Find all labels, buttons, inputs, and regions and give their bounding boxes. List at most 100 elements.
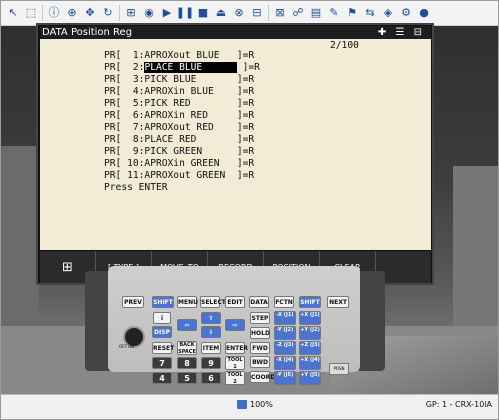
pendant-grip-right [357,271,385,371]
jog-plus-x4-key[interactable]: +X (J4) [299,356,321,370]
key-7[interactable]: 7 [152,357,172,369]
jog-minus-x-key[interactable]: -X (J1) [274,311,296,325]
info-key[interactable]: i [153,312,171,324]
fctn-key[interactable]: FCTN [274,296,294,308]
jog-plus-y5-key[interactable]: +Y (J5) [299,371,321,385]
position-register-list: 2/100 PR[ 1:APROXout BLUE ]=R PR[ 2:PLAC… [40,39,431,250]
edit-key[interactable]: EDIT [225,296,245,308]
grid-icon: ⊞ [62,259,73,275]
key-4[interactable]: 4 [152,372,172,384]
reset-key[interactable]: RESET [152,342,174,354]
arrow-right-icon: ⇨ [232,322,238,329]
pr-line[interactable]: PR[ 7:APROXout RED ]=R [104,122,254,133]
shift-key[interactable]: SHIFT [152,296,174,308]
arrow-right-key[interactable]: ⇨ [225,319,245,331]
arrow-down-icon: ⇩ [208,329,214,336]
prev-key[interactable]: PREV [122,296,144,308]
eject-icon[interactable]: ⏏ [214,6,228,20]
online-icon[interactable]: ● [417,6,431,20]
step-key[interactable]: STEP [250,312,270,324]
jog-minus-y5-key[interactable]: -Y (J5) [274,371,296,385]
zoom-control[interactable]: 100% [237,400,273,409]
view-icon[interactable]: ◉ [142,6,156,20]
jog-minus-z-key[interactable]: -Z (J3) [274,341,296,355]
info-icon[interactable]: ⓘ [47,6,61,20]
jog-minus-y-key[interactable]: -Y (J2) [274,326,296,340]
backspace-key[interactable]: BACK SPACE [177,341,197,355]
select-box-icon[interactable]: ⬚ [24,6,38,20]
pr-line[interactable]: PR[ 4:APROXin BLUE ]=R [104,86,254,97]
pr-line[interactable]: PR[ 8:PLACE RED ]=R [104,134,254,145]
pr-line-selected[interactable]: PR[ 2:PLACE BLUE ]=R [104,62,260,73]
reset-icon[interactable]: ⊟ [250,6,264,20]
pause-icon[interactable]: ❚❚ [176,6,194,20]
menu-key[interactable]: MENU [177,296,198,308]
app-window: ↖ ⬚ ⓘ ⊕ ✥ ↻ ⊞ ◉ ▶ ❚❚ ■ ⏏ ⊗ ⊟ ⊠ ☍ ▤ ✎ ⚑ ⇆… [0,0,499,420]
chart-icon[interactable]: ▤ [309,6,323,20]
jog-plus-x-key[interactable]: +X (J1) [299,311,321,325]
coord-key[interactable]: COORD [250,371,275,383]
pr-line[interactable]: PR[ 5:PICK RED ]=R [104,98,254,109]
hold-key[interactable]: HOLD [250,327,270,339]
posn-key[interactable]: POSN [329,363,349,375]
key-5[interactable]: 5 [177,372,197,384]
bwd-key[interactable]: BWD [250,356,270,368]
teach-icon[interactable]: ✎ [327,6,341,20]
toolbar-divider [42,5,43,21]
key-6[interactable]: 6 [201,372,221,384]
toolbar-divider [119,5,120,21]
settings-icon[interactable]: ⚙ [399,6,413,20]
signal-icon[interactable]: ⚑ [345,6,359,20]
screen-title: DATA Position Reg [42,27,133,38]
arrow-left-icon: ⇦ [184,322,190,329]
arrow-down-key[interactable]: ⇩ [201,326,221,338]
arrow-left-key[interactable]: ⇦ [177,319,197,331]
network-icon[interactable]: ⇆ [363,6,377,20]
key-8[interactable]: 8 [177,357,197,369]
tool2-key[interactable]: TOOL 2 [225,371,245,385]
pr-line[interactable]: PR[ 6:APROXin RED ]=R [104,110,254,121]
toolbar-divider [268,5,269,21]
jog-minus-x4-key[interactable]: -X (J4) [274,356,296,370]
disp-key[interactable]: DISP [152,326,172,338]
screen-title-icons[interactable]: ✚ ☰ ⊟ [378,26,425,39]
rotate-icon[interactable]: ↻ [101,6,115,20]
pr-line[interactable]: PR[ 9:PICK GREEN ]=R [104,146,254,157]
stop-icon[interactable]: ■ [196,6,210,20]
pr-line[interactable]: PR[ 3:PICK BLUE ]=R [104,74,254,85]
screen-title-bar: DATA Position Reg ✚ ☰ ⊟ [40,26,431,39]
arrow-up-key[interactable]: ⇧ [201,312,221,324]
web-icon[interactable]: ◈ [381,6,395,20]
next-key[interactable]: NEXT [327,296,349,308]
key-9[interactable]: 9 [201,357,221,369]
measure-icon[interactable]: ⊞ [124,6,138,20]
pr-line[interactable]: PR[ 11:APROXout GREEN ]=R [104,170,254,181]
move-icon[interactable]: ✥ [83,6,97,20]
data-key[interactable]: DATA [249,296,269,308]
jog-plus-z-key[interactable]: +Z (J3) [299,341,321,355]
pr-line[interactable]: PR[ 1:APROXout BLUE ]=R [104,50,254,61]
prompt-text: Press ENTER [104,182,168,193]
target-icon[interactable]: ⊕ [65,6,79,20]
pr-suffix: ]=R [236,62,260,73]
item-key[interactable]: ITEM [201,342,221,354]
pointer-icon[interactable]: ↖ [6,6,20,20]
play-icon[interactable]: ▶ [160,6,174,20]
link-icon[interactable]: ☍ [291,6,305,20]
zoom-level: 100% [250,400,273,409]
robot-group-label: GP: 1 - CRX-10iA [425,400,492,409]
status-bar: 100% GP: 1 - CRX-10iA [1,394,498,419]
pr-prefix: PR[ 2: [104,62,145,73]
item-counter: 2/100 [330,40,359,51]
tool1-key[interactable]: TOOL 1 [225,356,245,370]
enable-switch-label: OFF ON [119,344,135,349]
pr-name-input[interactable]: PLACE BLUE [144,62,237,73]
abort-icon[interactable]: ⊗ [232,6,246,20]
select-key[interactable]: SELECT [200,296,226,308]
fwd-key[interactable]: FWD [250,342,270,354]
io-icon[interactable]: ⊠ [273,6,287,20]
shift-key-right[interactable]: SHIFT [299,296,321,308]
jog-plus-y-key[interactable]: +Y (J2) [299,326,321,340]
enter-key[interactable]: ENTER [225,342,248,354]
pr-line[interactable]: PR[ 10:APROXin GREEN ]=R [104,158,254,169]
